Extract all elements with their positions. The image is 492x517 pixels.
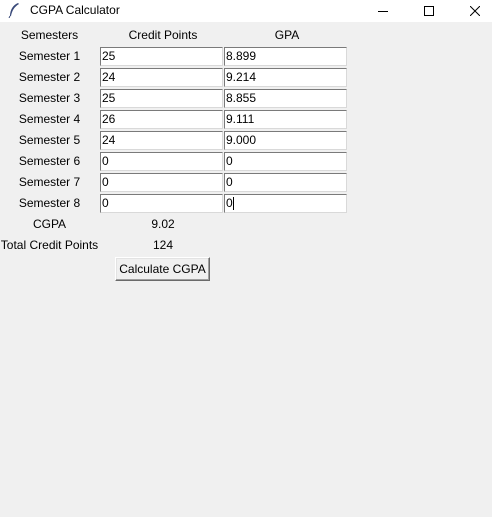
minimize-icon [378, 6, 388, 16]
credit-points-input[interactable] [100, 152, 223, 171]
gpa-input[interactable] [224, 68, 347, 87]
total-credit-points-value: 124 [152, 238, 174, 252]
gpa-input[interactable] [224, 47, 347, 66]
gpa-input[interactable] [224, 194, 347, 213]
text-cursor [233, 197, 234, 210]
maximize-icon [424, 6, 434, 16]
credit-points-input[interactable] [100, 89, 223, 108]
gpa-input[interactable] [224, 152, 347, 171]
gpa-input[interactable] [224, 110, 347, 129]
gpa-input[interactable] [224, 89, 347, 108]
feather-icon [7, 2, 21, 19]
cgpa-label: CGPA [32, 217, 67, 231]
credit-points-input[interactable] [100, 110, 223, 129]
credit-points-input[interactable] [100, 47, 223, 66]
total-credit-points-label: Total Credit Points [0, 238, 99, 252]
semester-label: Semester 7 [18, 175, 81, 189]
credit-points-input[interactable] [100, 131, 223, 150]
semester-label: Semester 4 [18, 112, 81, 126]
semesters-header: Semesters [20, 28, 79, 42]
calculate-cgpa-button[interactable]: Calculate CGPA [115, 257, 210, 281]
semester-label: Semester 2 [18, 70, 81, 84]
semester-label: Semester 3 [18, 91, 81, 105]
title-bar[interactable]: CGPA Calculator [0, 0, 492, 22]
minimize-button[interactable] [360, 0, 406, 22]
close-icon [470, 6, 480, 16]
semester-label: Semester 5 [18, 133, 81, 147]
window-title: CGPA Calculator [30, 3, 120, 17]
close-button[interactable] [452, 0, 492, 22]
maximize-button[interactable] [406, 0, 452, 22]
app-window: CGPA Calculator Semesters Credit Points … [0, 0, 492, 517]
semester-label: Semester 6 [18, 154, 81, 168]
gpa-header: GPA [274, 28, 300, 42]
semester-label: Semester 1 [18, 49, 81, 63]
semester-label: Semester 8 [18, 196, 81, 210]
gpa-input[interactable] [224, 131, 347, 150]
credit-points-input[interactable] [100, 194, 223, 213]
credit-points-input[interactable] [100, 68, 223, 87]
gpa-input[interactable] [224, 173, 347, 192]
credit-points-header: Credit Points [128, 28, 198, 42]
cgpa-value: 9.02 [151, 217, 175, 231]
credit-points-input[interactable] [100, 173, 223, 192]
